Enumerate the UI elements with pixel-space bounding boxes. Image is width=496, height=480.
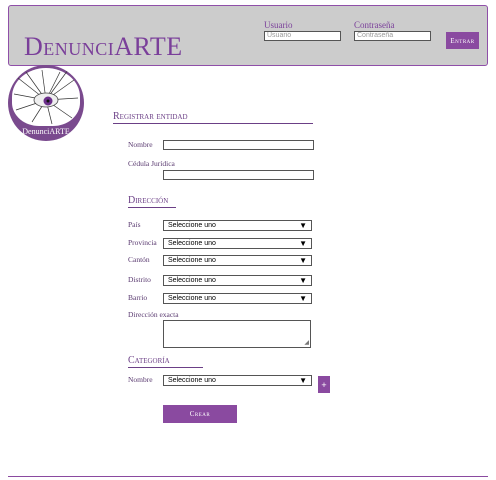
distrito-label: Distrito: [128, 275, 151, 284]
canton-select-value: Seleccione uno: [168, 257, 216, 264]
brand-title: DenunciARTE: [24, 32, 183, 61]
logo-text: DenunciARTE: [22, 127, 70, 136]
dropdown-arrow-icon: ▼: [299, 256, 307, 265]
provincia-label: Provincia: [128, 238, 157, 247]
canton-select[interactable]: Seleccione uno ▼: [163, 255, 312, 266]
dropdown-arrow-icon: ▼: [299, 221, 307, 230]
enter-button[interactable]: Entrar: [446, 32, 479, 49]
barrio-label: Barrio: [128, 293, 148, 302]
exact-address-label: Dirección exacta: [128, 310, 179, 319]
user-label: Usuario: [264, 20, 293, 30]
form-title: Registrar entidad: [113, 111, 313, 124]
eye-splash-icon: [13, 69, 79, 125]
name-label: Nombre: [128, 140, 153, 149]
dropdown-arrow-icon: ▼: [299, 276, 307, 285]
footer-divider: [8, 476, 488, 477]
header-bar: DenunciARTE Usuario Usuario Contraseña C…: [8, 5, 488, 66]
create-button[interactable]: Crear: [163, 405, 237, 423]
password-label: Contraseña: [354, 20, 395, 30]
category-title: Categoría: [128, 355, 203, 368]
dropdown-arrow-icon: ▼: [299, 376, 307, 385]
dropdown-arrow-icon: ▼: [299, 239, 307, 248]
dropdown-arrow-icon: ▼: [299, 294, 307, 303]
barrio-select-value: Seleccione uno: [168, 295, 216, 302]
add-category-button[interactable]: +: [318, 376, 330, 393]
canton-label: Cantón: [128, 255, 150, 264]
category-select[interactable]: Seleccione uno ▼: [163, 375, 312, 386]
user-input[interactable]: Usuario: [264, 31, 341, 41]
resize-grip-icon[interactable]: ◢: [304, 340, 309, 346]
password-input[interactable]: Contraseña: [354, 31, 431, 41]
address-title: Dirección: [128, 195, 176, 208]
cedula-label: Cédula Jurídica: [128, 159, 175, 168]
cedula-input[interactable]: [163, 170, 314, 180]
category-select-value: Seleccione uno: [168, 377, 216, 384]
pais-select[interactable]: Seleccione uno ▼: [163, 220, 312, 231]
exact-address-textarea[interactable]: ◢: [163, 320, 311, 348]
barrio-select[interactable]: Seleccione uno ▼: [163, 293, 312, 304]
logo-emblem: [12, 68, 80, 126]
distrito-select-value: Seleccione uno: [168, 277, 216, 284]
logo: DenunciARTE: [8, 65, 84, 141]
provincia-select-value: Seleccione uno: [168, 240, 216, 247]
distrito-select[interactable]: Seleccione uno ▼: [163, 275, 312, 286]
category-name-label: Nombre: [128, 375, 153, 384]
pais-label: País: [128, 220, 141, 229]
pais-select-value: Seleccione uno: [168, 222, 216, 229]
provincia-select[interactable]: Seleccione uno ▼: [163, 238, 312, 249]
name-input[interactable]: [163, 140, 314, 150]
